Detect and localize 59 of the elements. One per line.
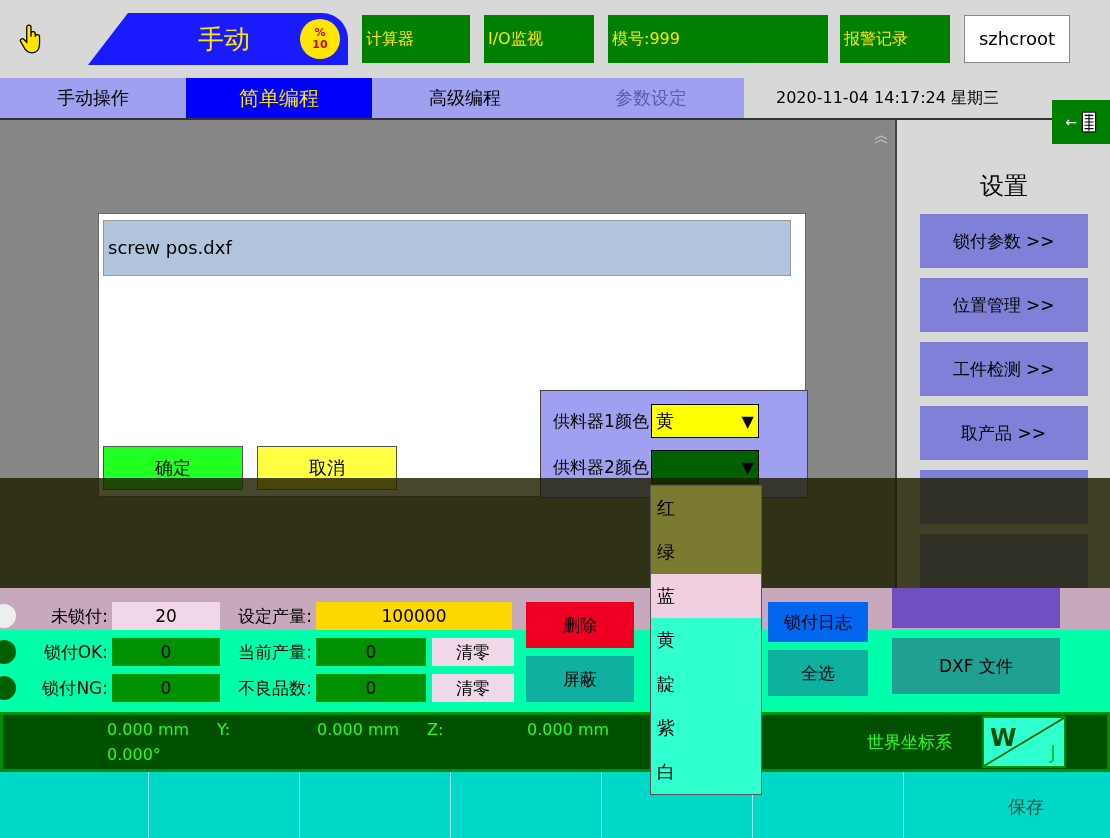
toolbar-button[interactable]: 计算器 — [362, 15, 470, 63]
feeder-label: 供料器1颜色 — [553, 409, 649, 433]
tab[interactable]: 手动操作 — [0, 78, 186, 118]
counter-label: 锁付OK: — [42, 640, 108, 664]
tab[interactable]: 高级编程 — [372, 78, 558, 118]
dropdown-option[interactable]: 绿 — [651, 530, 761, 574]
counter-label: 设定产量: — [237, 604, 312, 628]
counter-value: 20 — [112, 602, 220, 630]
coordinate-text: 0.000° — [107, 745, 162, 764]
dropdown-option[interactable]: 蓝 — [651, 574, 761, 618]
coordinate-text: Y: — [217, 720, 232, 739]
counter-value: 0 — [112, 674, 220, 702]
settings-button[interactable]: 工件检测 >> — [919, 342, 1088, 396]
counter-label: 不良品数: — [237, 676, 312, 700]
date-time: 2020-11-04 14:17:24 星期三 — [776, 87, 999, 109]
panel-title: 设置 — [979, 171, 1028, 202]
counter-value: 0 — [316, 638, 426, 666]
counter-label: 锁付NG: — [41, 676, 108, 700]
action-button[interactable]: 删除 — [526, 602, 634, 648]
save-button[interactable]: 保存 — [1002, 794, 1050, 820]
coordinate-system-label: 世界坐标系 — [867, 730, 952, 754]
keyboard-button[interactable]: ← — [1052, 100, 1110, 144]
coordinate-text: 0.000 mm — [107, 720, 191, 739]
counter-label: 当前产量: — [237, 640, 312, 664]
settings-button[interactable]: 位置管理 >> — [919, 278, 1088, 332]
dropdown-option[interactable]: 黄 — [651, 618, 761, 662]
counter-label: 未锁付: — [50, 604, 108, 628]
coordinate-toggle[interactable]: W J — [982, 716, 1066, 768]
counter-value: 0 — [112, 638, 220, 666]
settings-button[interactable]: 取产品 >> — [919, 406, 1088, 460]
dropdown-option[interactable]: 红 — [651, 486, 761, 530]
coordinate-text: 0.000 mm — [527, 720, 611, 739]
reset-button[interactable]: 清零 — [432, 638, 514, 666]
feeder-label: 供料器2颜色 — [553, 455, 649, 479]
color-select[interactable]: 黄 ▼ — [650, 404, 759, 438]
file-button[interactable]: DXF 文件 — [892, 638, 1060, 694]
toolbar-button[interactable]: 模号:999 — [608, 15, 828, 63]
settings-button[interactable]: 锁付参数 >> — [919, 214, 1088, 268]
reset-button[interactable]: 清零 — [432, 674, 514, 702]
dropdown-option[interactable]: 白 — [651, 750, 761, 794]
action-button[interactable]: 屏蔽 — [526, 656, 634, 702]
action-button[interactable]: 锁付日志 — [768, 602, 868, 642]
user-name: szhcroot — [964, 15, 1070, 63]
tab[interactable]: 简单编程 — [186, 78, 372, 118]
panel-button[interactable] — [892, 588, 1060, 628]
counter-value: 0 — [316, 674, 426, 702]
mode-label: 手动 — [198, 22, 250, 56]
coordinate-text: Z: — [427, 720, 445, 739]
dropdown-option[interactable]: 靛 — [651, 662, 761, 706]
toolbar-button[interactable]: I/O监视 — [484, 15, 594, 63]
action-button[interactable]: 全选 — [768, 650, 868, 696]
scroll-up-icon[interactable] — [873, 134, 889, 144]
file-list-item[interactable]: screw pos.dxf — [103, 220, 791, 276]
coordinate-text: 0.000 mm — [317, 720, 401, 739]
dropdown-option[interactable]: 紫 — [651, 706, 761, 750]
keyboard-icon — [1080, 111, 1097, 133]
alarm-log-button[interactable]: 报警记录 — [840, 15, 950, 63]
counter-value: 100000 — [316, 602, 512, 630]
speed-badge[interactable]: % 10 — [300, 19, 340, 59]
